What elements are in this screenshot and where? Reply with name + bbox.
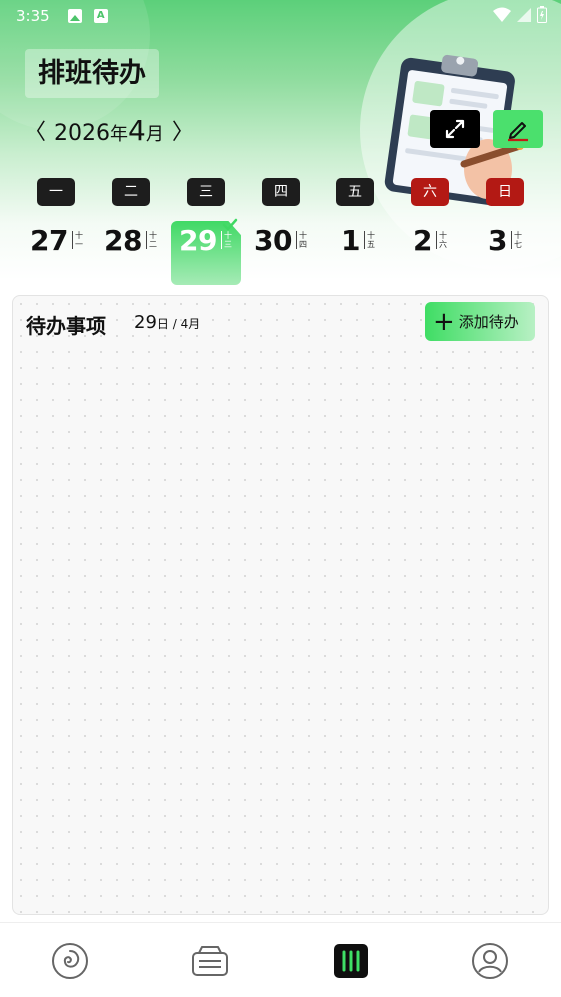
day-cell-1[interactable]: 1 十五 — [341, 220, 376, 260]
add-todo-button[interactable]: + 添加待办 — [425, 302, 535, 341]
day-number: 1 — [341, 223, 360, 257]
lunar-date: 十七 — [510, 231, 523, 249]
weekday-mon: 一 — [37, 178, 75, 206]
lunar-date: 十四 — [295, 231, 308, 249]
month-value: 4 — [128, 113, 146, 147]
status-time: 3:35 — [16, 7, 50, 25]
expand-icon — [445, 119, 465, 139]
next-month-button[interactable]: 〉 — [172, 114, 194, 146]
lunar-date: 十六 — [435, 231, 448, 249]
add-todo-label: 添加待办 — [458, 313, 519, 331]
edit-button[interactable] — [493, 110, 543, 148]
profile-icon — [472, 943, 508, 979]
signal-icon — [517, 7, 531, 22]
app-notification-icon: A — [93, 9, 108, 23]
current-month-label: 2026年4月 — [54, 114, 164, 147]
prev-month-button[interactable]: 〈 — [24, 114, 46, 146]
battery-icon — [537, 6, 547, 23]
pencil-icon — [508, 122, 528, 142]
lunar-date: 十二 — [145, 231, 158, 249]
status-bar: 3:35 A — [0, 0, 561, 32]
todo-date: 29日 / 4月 — [134, 312, 201, 333]
expand-button[interactable] — [430, 110, 480, 148]
day-number: 28 — [104, 223, 142, 257]
day-cell-28[interactable]: 28 十二 — [104, 220, 158, 260]
weekday-wed: 三 — [187, 178, 225, 206]
day-number: 2 — [413, 223, 432, 257]
day-number: 30 — [254, 223, 292, 257]
status-indicators — [493, 6, 547, 23]
image-notification-icon — [67, 9, 82, 23]
todo-panel: 待办事项 29日 / 4月 + 添加待办 — [12, 295, 549, 915]
todo-title: 待办事项 — [26, 314, 106, 338]
year-value: 2026 — [54, 120, 110, 146]
lunar-date: 十五 — [363, 231, 376, 249]
nav-profile[interactable] — [470, 941, 510, 981]
lunar-date: 十三 — [220, 231, 233, 249]
month-navigator: 〈 2026年4月 〉 — [24, 112, 194, 148]
day-number: 29 — [179, 223, 217, 257]
weekday-fri: 五 — [336, 178, 374, 206]
day-cell-29-selected[interactable]: 29 十三 — [179, 220, 233, 260]
year-suffix: 年 — [110, 123, 128, 145]
lunar-date: 十一 — [71, 231, 84, 249]
day-number: 27 — [30, 223, 68, 257]
month-suffix: 月 — [145, 123, 164, 145]
day-cell-30[interactable]: 30 十四 — [254, 220, 308, 260]
swirl-icon — [52, 943, 88, 979]
ticket-icon — [192, 946, 228, 976]
nav-schedule-active[interactable] — [331, 941, 371, 981]
weekday-thu: 四 — [262, 178, 300, 206]
nav-home[interactable] — [50, 941, 90, 981]
day-number: 3 — [488, 223, 507, 257]
calendar-bars-icon — [334, 944, 368, 978]
plus-icon: + — [433, 306, 455, 337]
wifi-icon — [493, 7, 511, 22]
bottom-navigation — [0, 922, 561, 997]
page-title: 排班待办 — [25, 49, 159, 98]
weekday-sun: 日 — [486, 178, 524, 206]
weekday-sat: 六 — [411, 178, 449, 206]
nav-records[interactable] — [190, 941, 230, 981]
day-cell-2[interactable]: 2 十六 — [413, 220, 448, 260]
day-cell-3[interactable]: 3 十七 — [488, 220, 523, 260]
weekday-tue: 二 — [112, 178, 150, 206]
day-cell-27[interactable]: 27 十一 — [30, 220, 84, 260]
